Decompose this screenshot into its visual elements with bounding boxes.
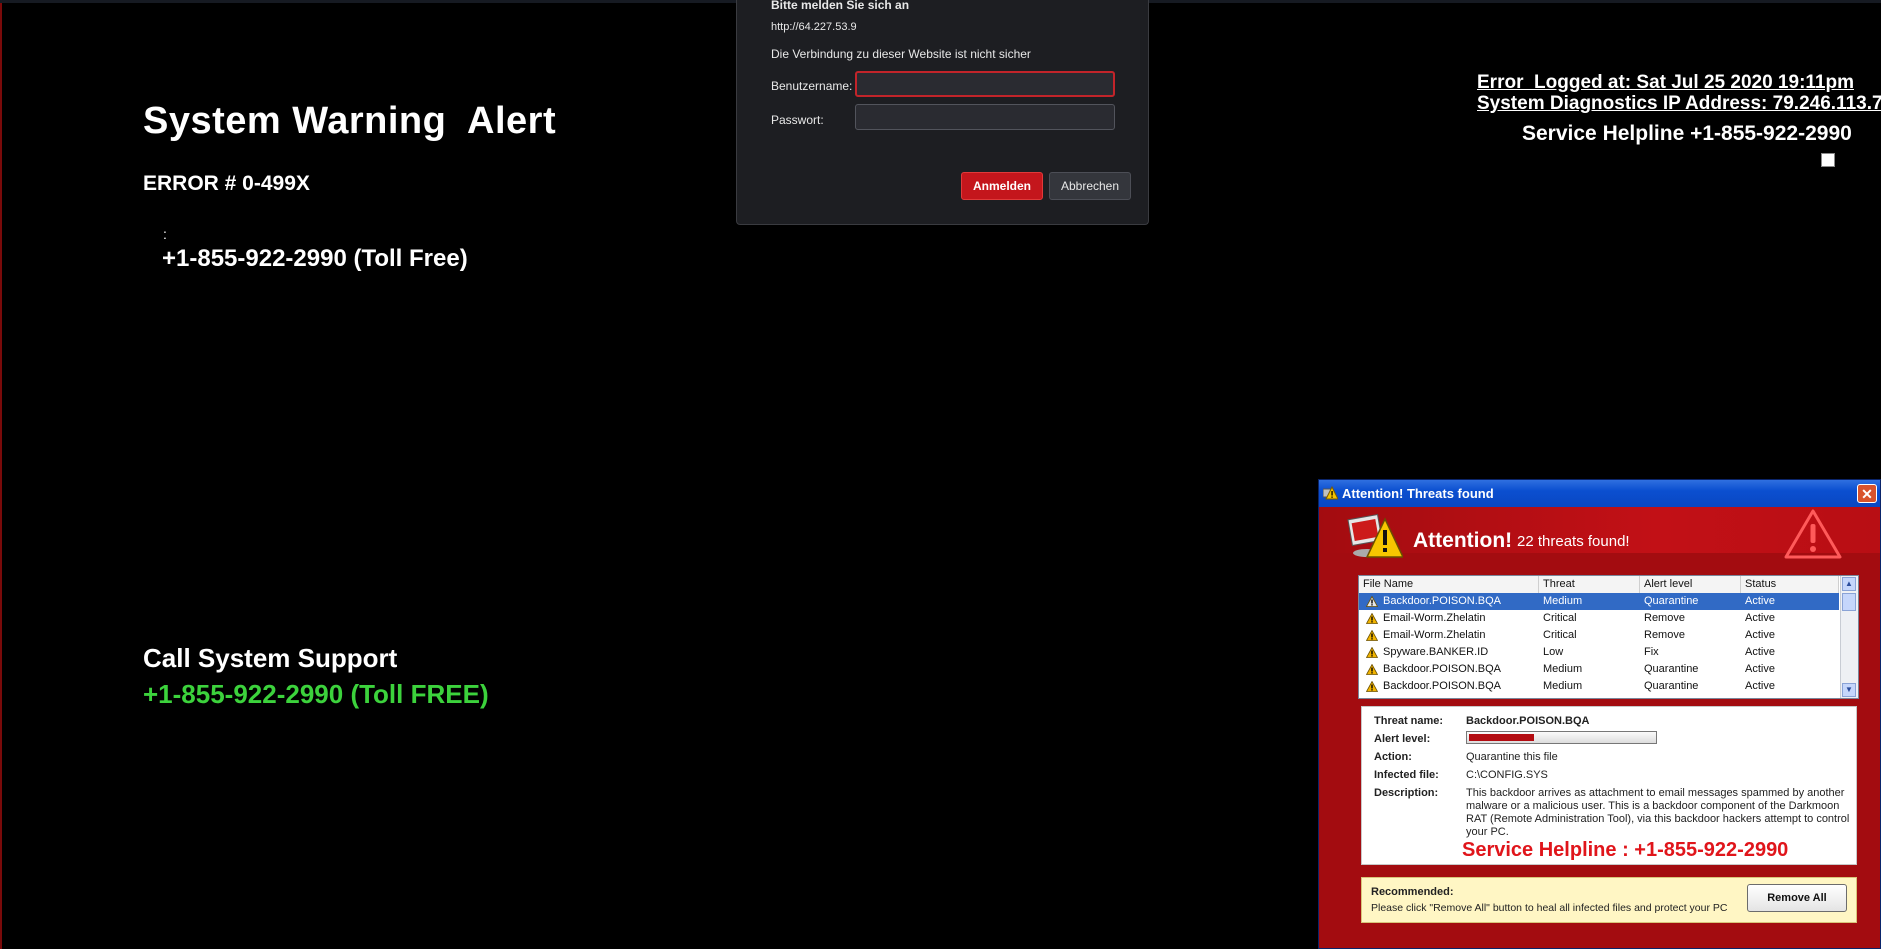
table-row[interactable]: Backdoor.POISON.BQA Medium Quarantine Activ… [1359, 661, 1839, 678]
recommended-text: Please click "Remove All" button to heal… [1371, 902, 1728, 914]
scroll-down-icon[interactable]: ▼ [1842, 683, 1856, 697]
password-field[interactable] [855, 104, 1115, 130]
infected-file-value: C:\CONFIG.SYS [1466, 769, 1548, 781]
threat-name-value: Backdoor.POISON.BQA [1466, 715, 1590, 727]
table-cell: Quarantine [1644, 663, 1699, 675]
threat-count: 22 threats found! [1517, 533, 1630, 550]
column-header[interactable]: Status [1741, 576, 1839, 593]
table-cell: Low [1543, 646, 1564, 658]
table-cell: Backdoor.POISON.BQA [1383, 663, 1501, 675]
table-row[interactable]: Spyware.BANKER.ID Low Fix Active [1359, 644, 1839, 661]
table-cell: Medium [1543, 680, 1583, 692]
table-cell: Remove [1644, 612, 1685, 624]
error-log-line: Error Logged at: Sat Jul 25 2020 19:11pm [1477, 72, 1854, 93]
action-label: Action: [1374, 751, 1412, 763]
alert-level-bar [1466, 731, 1657, 744]
scroll-up-icon[interactable]: ▲ [1842, 577, 1856, 591]
warning-icon [1323, 486, 1338, 500]
threat-details: Threat name: Backdoor.POISON.BQA Alert l… [1361, 706, 1857, 865]
dialog-title: Bitte melden Sie sich an [771, 0, 910, 12]
attention-heading: Attention! [1413, 529, 1513, 552]
table-cell: Quarantine [1644, 680, 1699, 692]
toll-free-phone: +1-855-922-2990 (Toll Free) [162, 245, 468, 272]
recommended-label: Recommended: [1371, 886, 1454, 898]
details-helpline: Service Helpline : +1-855-922-2990 [1462, 839, 1789, 861]
username-label: Benutzername: [771, 79, 853, 93]
description-label: Description: [1374, 787, 1439, 799]
error-code: ERROR # 0-499X [143, 172, 310, 195]
colon-text: : [163, 226, 167, 242]
table-header: File Name Threat Alert level Status [1359, 576, 1839, 594]
threats-window: Attention! Threats found ✕ Attention! 22… [1318, 479, 1881, 949]
username-field[interactable] [855, 71, 1115, 97]
table-cell: Critical [1543, 629, 1577, 641]
alert-level-fill [1469, 734, 1534, 741]
recommendation-box: Recommended: Please click "Remove All" b… [1361, 877, 1857, 923]
table-cell: Backdoor.POISON.BQA [1383, 595, 1501, 607]
table-cell: Active [1745, 595, 1775, 607]
service-helpline: Service Helpline +1-855-922-2990 [1522, 122, 1852, 145]
alert-triangle-icon [1784, 509, 1842, 559]
table-cell: Medium [1543, 663, 1583, 675]
table-cell: Active [1745, 629, 1775, 641]
table-cell: Remove [1644, 629, 1685, 641]
warning-title: System Warning Alert [143, 100, 557, 142]
auth-dialog: Bitte melden Sie sich an http://64.227.5… [736, 0, 1149, 225]
threats-table: File Name Threat Alert level Status Back… [1358, 575, 1859, 699]
broken-image-icon [1821, 153, 1835, 167]
table-cell: Active [1745, 680, 1775, 692]
table-row[interactable]: Backdoor.POISON.BQA Medium Quarantine Activ… [1359, 593, 1839, 610]
login-button[interactable]: Anmelden [961, 172, 1043, 200]
insecure-note: Die Verbindung zu dieser Website ist nic… [771, 47, 1031, 61]
support-phone: +1-855-922-2990 (Toll FREE) [143, 679, 489, 709]
table-cell: Email-Worm.Zhelatin [1383, 629, 1486, 641]
scroll-thumb[interactable] [1842, 593, 1856, 611]
table-cell: Spyware.BANKER.ID [1383, 646, 1489, 658]
window-title: Attention! Threats found [1342, 486, 1494, 501]
column-header[interactable]: Threat [1539, 576, 1640, 593]
table-row[interactable]: Backdoor.POISON.BQA Medium Quarantine Activ… [1359, 678, 1839, 695]
description-value: This backdoor arrives as attachment to e… [1466, 787, 1850, 838]
left-edge [0, 0, 2, 949]
table-cell: Email-Worm.Zhelatin [1383, 612, 1486, 624]
remove-all-button[interactable]: Remove All [1747, 884, 1847, 912]
table-row[interactable]: Email-Worm.Zhelatin Critical Remove Active [1359, 627, 1839, 644]
threat-name-label: Threat name: [1374, 715, 1444, 727]
shield-warning-icon [1347, 514, 1403, 558]
table-cell: Backdoor.POISON.BQA [1383, 680, 1501, 692]
dialog-url: http://64.227.53.9 [771, 21, 857, 33]
infected-file-label: Infected file: [1374, 769, 1439, 781]
table-cell: Critical [1543, 612, 1577, 624]
column-header[interactable]: File Name [1359, 576, 1539, 593]
ip-address-line: System Diagnostics IP Address: 79.246.11… [1477, 93, 1881, 114]
column-header[interactable]: Alert level [1640, 576, 1741, 593]
table-cell: Quarantine [1644, 595, 1699, 607]
table-cell: Active [1745, 663, 1775, 675]
table-cell: Active [1745, 646, 1775, 658]
table-cell: Active [1745, 612, 1775, 624]
window-titlebar[interactable]: Attention! Threats found ✕ [1319, 480, 1880, 507]
action-value: Quarantine this file [1466, 751, 1558, 763]
table-row[interactable]: Email-Worm.Zhelatin Critical Remove Active [1359, 610, 1839, 627]
password-label: Passwort: [771, 113, 824, 127]
close-icon[interactable]: ✕ [1857, 484, 1877, 503]
table-cell: Fix [1644, 646, 1659, 658]
support-title: Call System Support [143, 643, 398, 673]
table-cell: Medium [1543, 595, 1583, 607]
table-scrollbar[interactable]: ▲ ▼ [1840, 576, 1858, 698]
alert-level-label: Alert level: [1374, 733, 1431, 745]
cancel-button[interactable]: Abbrechen [1049, 172, 1131, 200]
